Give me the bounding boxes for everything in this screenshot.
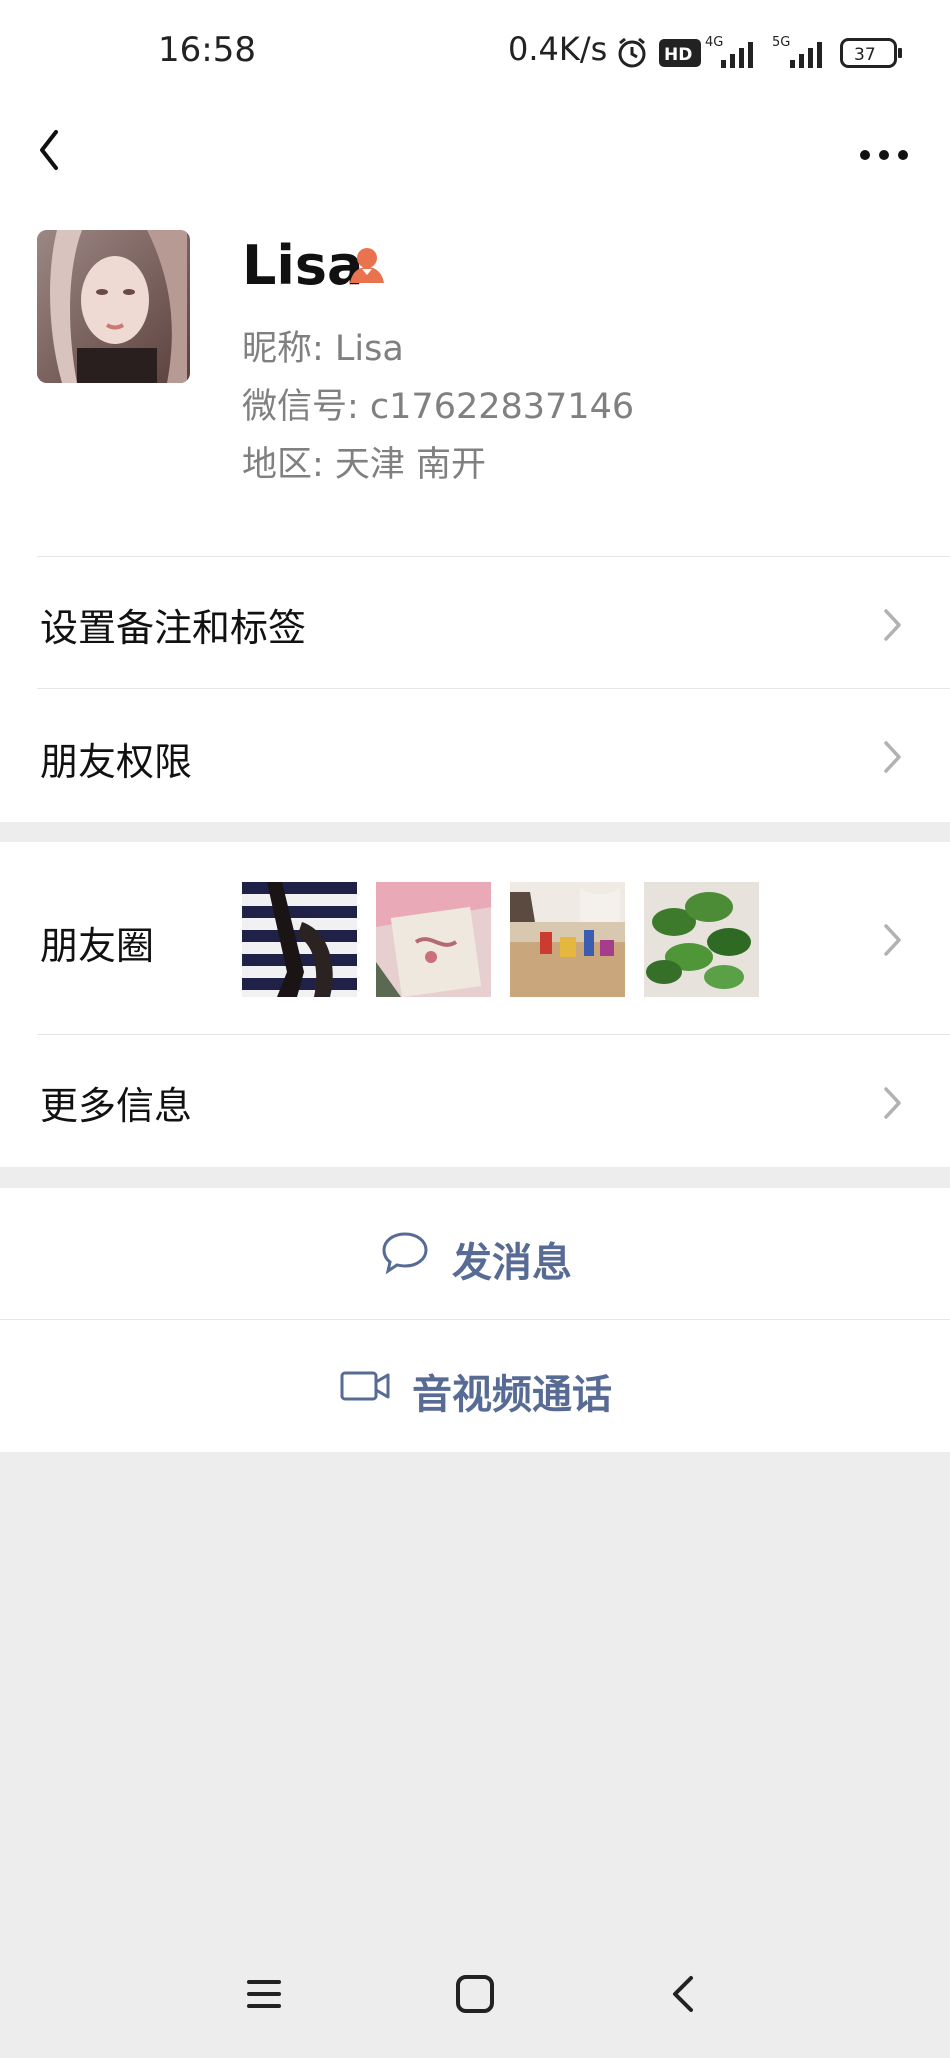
moments-thumbnail xyxy=(644,882,759,997)
moments-label: 朋友圈 xyxy=(40,924,155,968)
chat-bubble-icon xyxy=(380,1230,430,1280)
moments-thumbnail xyxy=(376,882,491,997)
send-message-label: 发消息 xyxy=(452,1240,572,1286)
region: 地区: 天津 南开 xyxy=(242,445,487,485)
friend-permissions-row[interactable]: 朋友权限 xyxy=(0,689,950,822)
nickname: 昵称: Lisa xyxy=(242,329,404,369)
chevron-right-icon xyxy=(882,607,904,647)
alarm-icon xyxy=(615,36,649,74)
more-info-row[interactable]: 更多信息 xyxy=(0,1035,950,1167)
chevron-right-icon xyxy=(882,1085,904,1125)
menu-icon[interactable] xyxy=(245,1976,285,2016)
net-speed: 0.4K/s xyxy=(508,30,608,68)
more-icon xyxy=(860,150,908,160)
female-user-icon xyxy=(348,245,386,289)
more-button[interactable] xyxy=(855,120,915,180)
more-info-label: 更多信息 xyxy=(40,1084,193,1128)
video-camera-icon xyxy=(340,1366,392,1410)
svg-text:5G: 5G xyxy=(772,35,790,50)
svg-text:HD: HD xyxy=(664,45,692,65)
set-remark-tags-label: 设置备注和标签 xyxy=(40,606,307,650)
4g-signal-icon: 4G xyxy=(705,34,761,74)
battery-icon: 37 xyxy=(840,38,904,72)
video-call-button[interactable]: 音视频通话 xyxy=(0,1320,950,1452)
set-remark-tags-row[interactable]: 设置备注和标签 xyxy=(0,557,950,689)
video-call-label: 音视频通话 xyxy=(412,1372,612,1418)
svg-text:37: 37 xyxy=(854,45,876,65)
nav-bar xyxy=(0,100,950,210)
system-back-icon[interactable] xyxy=(665,1972,701,2020)
avatar[interactable] xyxy=(37,230,190,383)
home-icon[interactable] xyxy=(455,1974,495,2018)
profile-card: Lisa 昵称: Lisa 微信号: c17622837146 地区: 天津 南… xyxy=(0,210,950,557)
5g-signal-icon: 5G xyxy=(772,34,832,74)
send-message-button[interactable]: 发消息 xyxy=(0,1188,950,1320)
profile-name: Lisa xyxy=(242,234,364,297)
chevron-right-icon xyxy=(882,739,904,779)
back-icon xyxy=(40,130,58,170)
svg-text:4G: 4G xyxy=(705,35,723,50)
back-button[interactable] xyxy=(30,114,90,184)
status-time: 16:58 xyxy=(158,30,256,70)
wechat-id: 微信号: c17622837146 xyxy=(242,387,635,427)
moments-thumbnail xyxy=(242,882,357,997)
moments-thumbnail xyxy=(510,882,625,997)
status-bar: 16:58 0.4K/s HD 4G 5G 37 xyxy=(0,0,950,100)
system-nav-bar xyxy=(0,1930,950,2058)
hd-icon: HD xyxy=(658,38,702,72)
moments-row[interactable]: 朋友圈 xyxy=(0,842,950,1035)
chevron-right-icon xyxy=(882,922,904,962)
friend-permissions-label: 朋友权限 xyxy=(40,740,193,784)
